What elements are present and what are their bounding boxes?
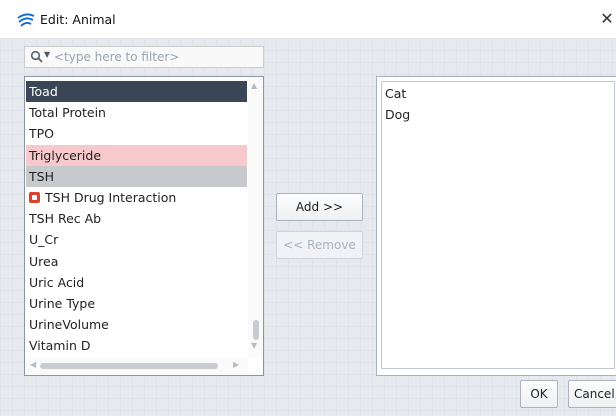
available-list-item-label: Uric Acid — [29, 274, 85, 290]
window-title: Edit: Animal — [40, 12, 116, 27]
horizontal-scrollbar[interactable]: ◀ ▶ — [26, 358, 248, 374]
selected-list-item-label: Cat — [385, 86, 407, 101]
available-list-item[interactable]: Vitamin D — [26, 335, 247, 356]
available-list-item[interactable]: TSH — [26, 165, 247, 187]
scroll-down-icon[interactable]: ▼ — [251, 341, 257, 350]
available-list-item[interactable]: Toad — [26, 81, 247, 103]
filter-box[interactable]: ▼ — [24, 46, 264, 68]
available-list-item-label: UrineVolume — [29, 317, 109, 333]
selected-items-list[interactable]: Cat Dog — [376, 76, 616, 376]
available-list-item[interactable]: TSH Rec Ab — [26, 208, 247, 229]
vertical-scrollbar[interactable]: ▲ ▼ — [248, 77, 263, 358]
available-items-list[interactable]: Toad Total Protein TPO Triglyceride TSH TSH D… — [24, 76, 264, 376]
available-list-item-label: Urea — [29, 253, 59, 269]
available-list-item-label: TSH — [29, 168, 54, 184]
available-list-item-label: Vitamin D — [29, 338, 91, 354]
scroll-left-icon[interactable]: ◀ — [30, 360, 36, 369]
available-list-item-label: TPO — [29, 126, 55, 142]
selected-list-item[interactable]: Cat — [382, 83, 614, 104]
app-logo-icon — [17, 13, 35, 27]
filter-dropdown-icon[interactable]: ▼ — [44, 50, 50, 59]
scroll-right-icon[interactable]: ▶ — [233, 360, 239, 369]
selected-list-item-label: Dog — [385, 107, 411, 123]
available-list-item[interactable]: TPO — [26, 123, 247, 144]
available-list-item[interactable]: Urine Type — [26, 293, 247, 314]
selected-items-viewport: Cat Dog — [381, 81, 615, 369]
available-list-item-label: Urine Type — [29, 295, 96, 311]
available-list-item-label: Total Protein — [29, 105, 106, 121]
search-icon[interactable] — [30, 50, 43, 63]
available-list-item[interactable]: Urea — [26, 251, 247, 272]
red-tag-icon — [29, 191, 40, 203]
available-list-item[interactable]: Total Protein — [26, 102, 247, 123]
selected-list-item[interactable]: Dog — [382, 104, 614, 125]
available-list-item[interactable]: U_Cr — [26, 229, 247, 250]
title-bar: Edit: Animal ✕ — [0, 0, 616, 38]
cancel-button[interactable]: Cancel — [568, 380, 616, 408]
available-list-item-label: TSH Rec Ab — [29, 211, 102, 227]
available-list-item[interactable]: TSH Drug Interaction — [26, 187, 247, 208]
available-list-item[interactable]: Uric Acid — [26, 272, 247, 293]
available-list-item-label: U_Cr — [29, 232, 59, 248]
vertical-scroll-thumb[interactable] — [253, 320, 259, 340]
filter-input[interactable] — [54, 48, 259, 66]
close-icon[interactable]: ✕ — [598, 9, 616, 29]
available-items-viewport: Toad Total Protein TPO Triglyceride TSH TSH D… — [26, 81, 247, 357]
add-button[interactable]: Add >> — [276, 193, 363, 221]
ok-button[interactable]: OK — [520, 380, 558, 408]
available-list-item-label: TSH Drug Interaction — [45, 189, 177, 205]
available-list-item[interactable]: Triglyceride — [26, 144, 247, 166]
available-list-item-label: Triglyceride — [29, 147, 102, 163]
available-list-item-label: Toad — [29, 84, 58, 99]
scroll-up-icon[interactable]: ▲ — [251, 81, 257, 90]
available-list-item[interactable]: UrineVolume — [26, 314, 247, 335]
remove-button[interactable]: << Remove — [276, 231, 363, 259]
horizontal-scroll-thumb[interactable] — [40, 363, 218, 369]
